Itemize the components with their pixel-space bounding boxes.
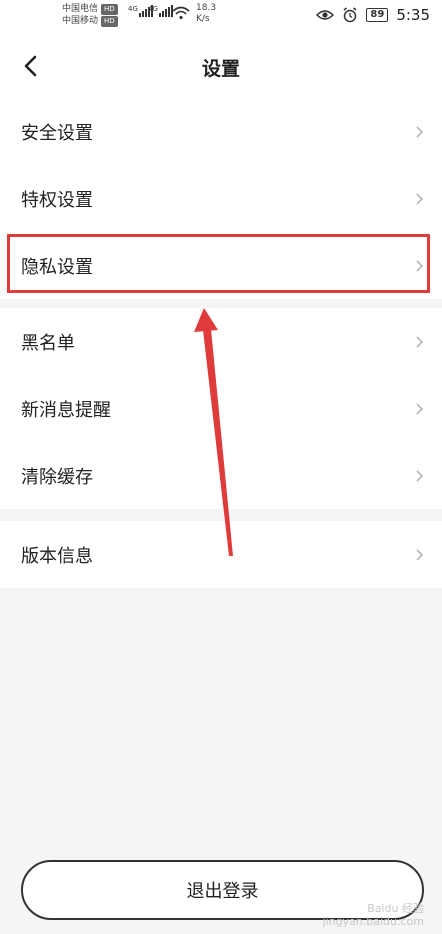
- logout-label: 退出登录: [186, 881, 259, 902]
- watermark-url: jingyan.baidu.com: [322, 915, 424, 928]
- watermark: Baidu 经验 jingyan.baidu.com: [322, 902, 424, 928]
- watermark-brand: Baidu 经验: [367, 902, 424, 915]
- annotation-arrow-icon: [194, 308, 233, 556]
